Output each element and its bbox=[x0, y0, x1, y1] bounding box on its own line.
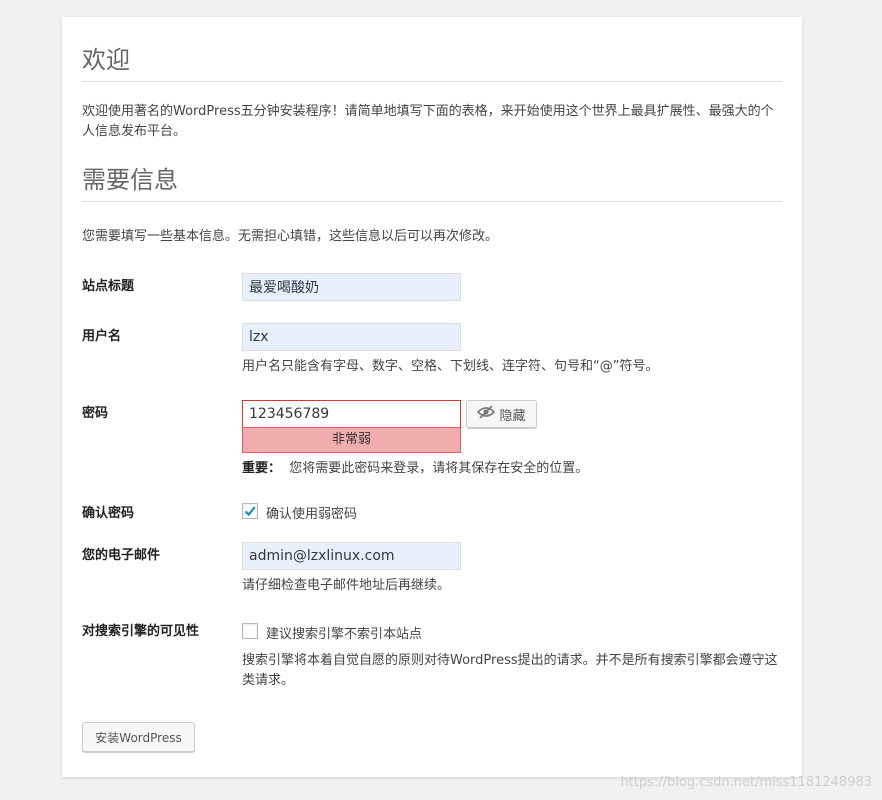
confirm-weak-password-label[interactable]: 确认使用弱密码 bbox=[266, 503, 357, 522]
info-heading: 需要信息 bbox=[82, 165, 782, 202]
site-title-input[interactable] bbox=[242, 273, 461, 301]
password-input[interactable] bbox=[242, 400, 461, 428]
username-input[interactable] bbox=[242, 323, 461, 351]
info-text: 您需要填写一些基本信息。无需担心填错，这些信息以后可以再次修改。 bbox=[82, 229, 499, 244]
hide-password-label: 隐藏 bbox=[499, 408, 526, 424]
password-hint: 重要： 您将需要此密码来登录，请将其保存在安全的位置。 bbox=[242, 459, 792, 479]
username-hint: 用户名只能含有字母、数字、空格、下划线、连字符、句号和“@”符号。 bbox=[242, 359, 659, 374]
discourage-search-checkbox[interactable] bbox=[242, 623, 258, 639]
email-label: 您的电子邮件 bbox=[82, 548, 161, 563]
password-label: 密码 bbox=[82, 406, 109, 421]
site-title-label: 站点标题 bbox=[82, 279, 135, 294]
discourage-search-label[interactable]: 建议搜索引擎不索引本站点 bbox=[266, 623, 422, 642]
checkmark-icon bbox=[244, 506, 256, 517]
welcome-heading: 欢迎 bbox=[82, 45, 782, 82]
search-visibility-hint: 搜索引擎将本着自觉自愿的原则对待WordPress提出的请求。并不是所有搜索引擎… bbox=[242, 653, 778, 688]
confirm-weak-password-checkbox[interactable] bbox=[242, 503, 258, 519]
watermark-text: https://blog.csdn.net/miss1181248983 bbox=[620, 775, 872, 790]
search-visibility-label: 对搜索引擎的可见性 bbox=[82, 624, 200, 639]
welcome-text: 欢迎使用著名的WordPress五分钟安装程序！请简单地填写下面的表格，来开始使… bbox=[82, 104, 774, 139]
eye-slash-icon bbox=[477, 405, 496, 423]
email-input[interactable] bbox=[242, 542, 461, 570]
password-hint-text: 您将需要此密码来登录，请将其保存在安全的位置。 bbox=[289, 461, 589, 476]
install-panel: 欢迎 欢迎使用著名的WordPress五分钟安装程序！请简单地填写下面的表格，来… bbox=[62, 17, 802, 777]
password-hint-strong: 重要： bbox=[242, 461, 282, 476]
hide-password-button[interactable]: 隐藏 bbox=[466, 400, 537, 428]
username-label: 用户名 bbox=[82, 329, 122, 344]
email-hint: 请仔细检查电子邮件地址后再继续。 bbox=[242, 578, 451, 593]
password-strength-indicator: 非常弱 bbox=[242, 427, 461, 453]
install-wordpress-button[interactable]: 安装WordPress bbox=[82, 722, 195, 752]
confirm-password-label: 确认密码 bbox=[82, 506, 135, 521]
